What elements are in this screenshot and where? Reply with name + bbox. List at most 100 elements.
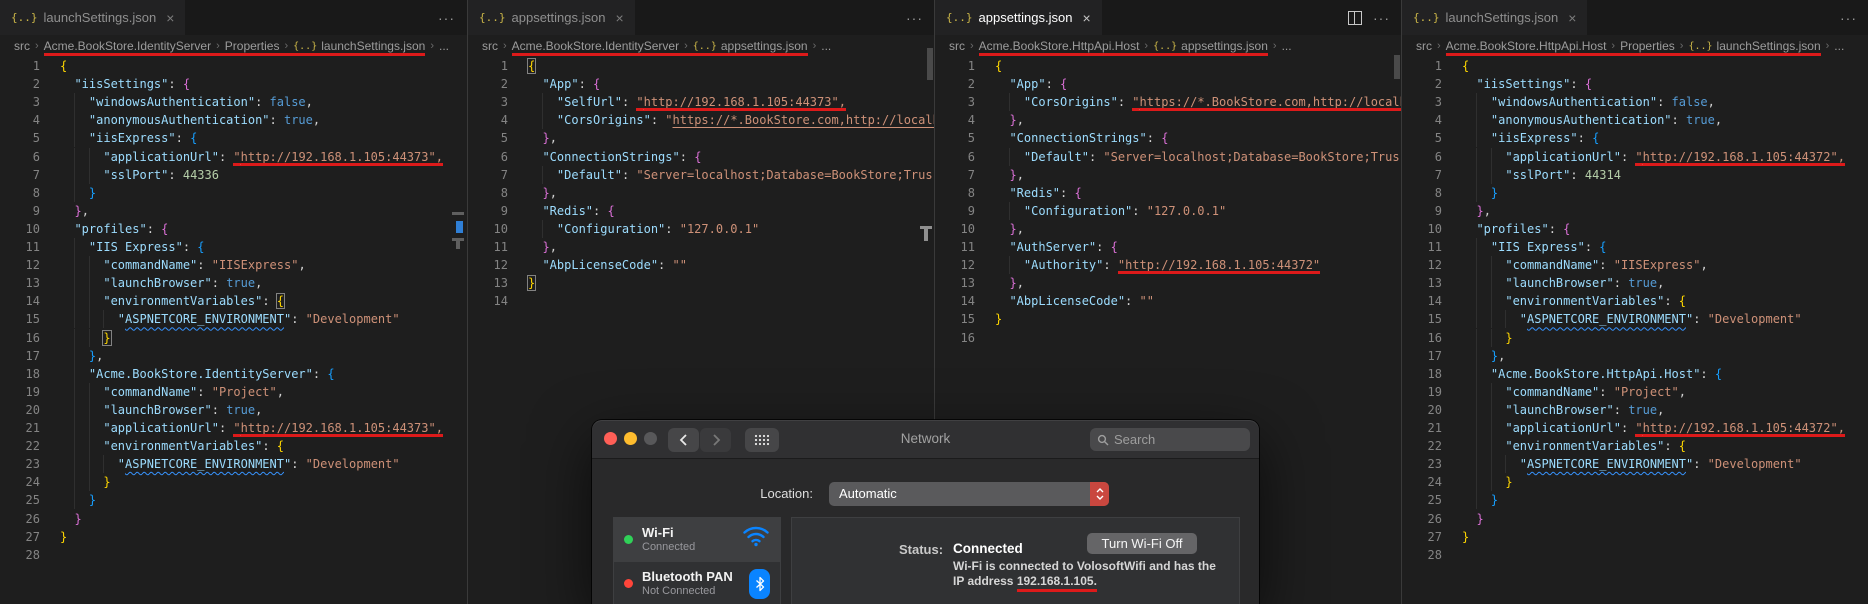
code-line-text: }, [995, 166, 1023, 184]
code-token: , [1657, 402, 1665, 417]
breadcrumb[interactable]: src › Acme.BookStore.IdentityServer › {..} ap… [468, 35, 935, 57]
code-token: ", [428, 149, 443, 164]
code-token: : [1096, 240, 1111, 254]
code-token: : [1620, 421, 1636, 435]
breadcrumb-tail[interactable]: ... [821, 39, 831, 53]
location-dropdown[interactable]: Automatic [829, 482, 1109, 506]
code-line: 11 }, [468, 238, 935, 256]
line-number: 6 [32, 149, 40, 164]
search-input[interactable]: Search [1090, 428, 1250, 451]
breadcrumb-tail[interactable]: ... [1282, 39, 1292, 53]
code-token: , [255, 402, 263, 417]
code-token: "sslPort" [103, 167, 169, 182]
breadcrumb[interactable]: src › Acme.BookStore.HttpApi.Host › Properti… [1402, 35, 1868, 57]
breadcrumb-file[interactable]: appsettings.json [721, 39, 808, 53]
line-number: 2 [500, 77, 508, 92]
ip-address-value: 192.168.1.105. [1016, 574, 1097, 592]
code-token: { [1599, 240, 1607, 254]
close-tab-icon[interactable]: × [615, 10, 623, 26]
window-titlebar[interactable]: Network Search [592, 420, 1259, 459]
breadcrumb-separator: › [970, 40, 974, 52]
breadcrumb[interactable]: src › Acme.BookStore.IdentityServer › Proper… [0, 35, 467, 57]
code-line: 12 "commandName": "IISExpress", [0, 256, 467, 275]
breadcrumb-tail[interactable]: ... [439, 39, 449, 53]
breadcrumb-file[interactable]: launchSettings.json [321, 39, 425, 53]
code-line: 15 "ASPNETCORE_ENVIRONMENT": "Developmen… [0, 310, 467, 329]
code-token: "Redis" [542, 203, 594, 218]
code-token: { [1678, 294, 1686, 309]
code-token: } [1009, 167, 1017, 182]
breadcrumb-item[interactable]: Acme.BookStore.HttpApi.Host [1446, 39, 1607, 53]
breadcrumb-file[interactable]: launchSettings.json [1717, 39, 1821, 53]
breadcrumb-tail[interactable]: ... [1834, 39, 1844, 53]
code-line: 2 "App": { [468, 75, 935, 93]
tab-appsettings.json[interactable]: {..} appsettings.json × [935, 0, 1102, 35]
breadcrumb-item[interactable]: Acme.BookStore.IdentityServer [44, 39, 211, 53]
code-token: } [88, 493, 97, 508]
breadcrumb-root[interactable]: src [949, 39, 965, 53]
line-number: 25 [1427, 493, 1442, 508]
code-token: { [1584, 77, 1593, 92]
code-token: "127.0.0.1" [1146, 203, 1227, 218]
breadcrumb-item[interactable]: Properties [1620, 39, 1675, 53]
code-token: "environmentVariables" [103, 439, 263, 454]
code-line-text: "environmentVariables": { [1462, 437, 1686, 455]
breadcrumb-item[interactable]: Acme.BookStore.IdentityServer [512, 39, 679, 53]
code-token: https://*.BookStore.com,http://localh [1140, 95, 1402, 109]
code-token: ASPNETCORE_ENVIRONMENT [125, 312, 284, 327]
breadcrumb-root[interactable]: src [14, 39, 30, 53]
code-token: "IISExpress" [1613, 258, 1701, 273]
tab-appsettings.json[interactable]: {..} appsettings.json × [468, 0, 635, 35]
tab-launchSettings.json[interactable]: {..} launchSettings.json × [0, 0, 186, 35]
breadcrumb-item[interactable]: Acme.BookStore.HttpApi.Host [979, 39, 1140, 53]
code-token: { [60, 59, 68, 73]
more-actions-icon[interactable]: ··· [438, 0, 455, 35]
code-token: "Development" [305, 457, 400, 472]
close-tab-icon[interactable]: × [166, 10, 174, 26]
line-number: 6 [967, 149, 975, 164]
service-name: Wi-Fi [642, 525, 674, 540]
code-token: } [995, 312, 1003, 327]
code-line-text: "iisExpress": { [1462, 129, 1599, 147]
breadcrumb-separator: › [1825, 40, 1830, 52]
code-line: 4 }, [935, 111, 1402, 129]
code-line: 6 "applicationUrl": "http://192.168.1.10… [1402, 147, 1868, 166]
breadcrumb-root[interactable]: src [1416, 39, 1432, 53]
tab-launchSettings.json[interactable]: {..} launchSettings.json × [1402, 0, 1588, 35]
code-token: " [1312, 258, 1321, 273]
split-editor-icon[interactable] [1348, 0, 1362, 35]
service-row-bluetooth-pan[interactable]: Bluetooth PAN Not Connected [614, 562, 780, 604]
code-token: , [1483, 203, 1491, 218]
code-line-text: "Default": "Server=localhost;Database=Bo… [995, 148, 1400, 166]
service-status: Connected [642, 541, 696, 553]
line-number: 7 [500, 167, 508, 182]
close-tab-icon[interactable]: × [1568, 10, 1576, 26]
breadcrumb-item[interactable]: Properties [225, 39, 280, 53]
code-token: { [1060, 77, 1068, 92]
code-line-text: "commandName": "IISExpress", [1462, 256, 1707, 274]
breadcrumb-file[interactable]: appsettings.json [1181, 39, 1268, 53]
line-number: 13 [960, 276, 975, 291]
more-actions-icon[interactable]: ··· [906, 0, 923, 35]
more-actions-icon[interactable]: ··· [1373, 0, 1390, 35]
breadcrumb-separator: › [503, 40, 507, 52]
breadcrumb-root[interactable]: src [482, 39, 498, 53]
turn-wifi-off-button[interactable]: Turn Wi-Fi Off [1087, 533, 1197, 554]
close-tab-icon[interactable]: × [1082, 10, 1090, 26]
tab-bar: {..} launchSettings.json × ··· [0, 0, 467, 35]
code-line-text: "commandName": "Project", [60, 383, 284, 401]
code-token: } [542, 131, 550, 146]
breadcrumb[interactable]: src › Acme.BookStore.HttpApi.Host › {..} apps… [935, 35, 1402, 57]
code-token: "iisExpress" [88, 131, 176, 146]
code-token: : [262, 294, 277, 309]
code-token: "profiles" [74, 221, 147, 236]
code-token: true [1628, 402, 1658, 417]
status-dot [624, 535, 633, 544]
code-line: 21 "applicationUrl": "http://192.168.1.1… [0, 419, 467, 438]
more-actions-icon[interactable]: ··· [1840, 0, 1857, 35]
service-row-wifi[interactable]: Wi-Fi Connected [614, 518, 780, 562]
code-line: 13 "launchBrowser": true, [1402, 274, 1868, 293]
editor-pane-4: {..} launchSettings.json × ··· src › Acme.Book… [1401, 0, 1868, 604]
code-line-text: "IIS Express": { [1462, 238, 1607, 256]
code-token: "Development" [1707, 457, 1802, 472]
